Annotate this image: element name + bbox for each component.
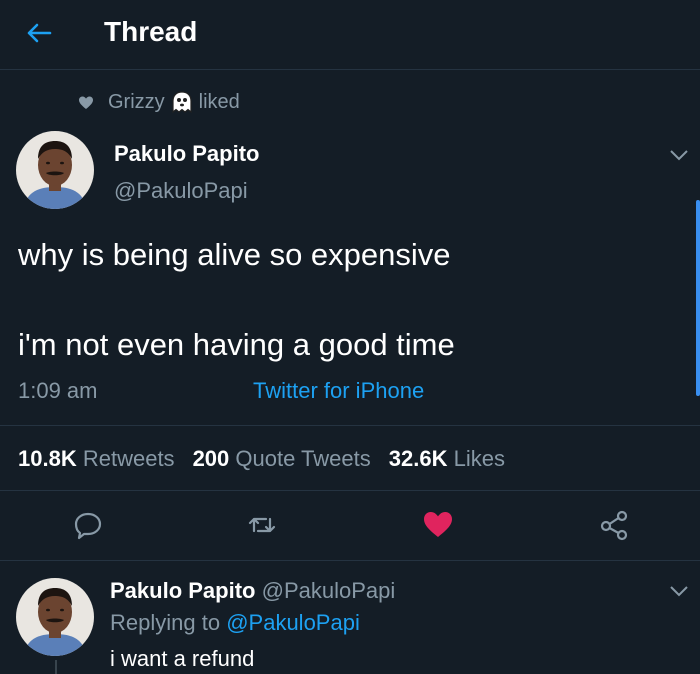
reply-author-handle: @PakuloPapi <box>261 578 396 603</box>
reply-icon[interactable] <box>72 509 104 541</box>
divider <box>0 560 700 561</box>
author-name[interactable]: Pakulo Papito <box>114 141 259 167</box>
replying-to: Replying to @PakuloPapi <box>110 610 360 636</box>
tweet-time[interactable]: 1:09 am <box>18 378 98 404</box>
liked-label: liked <box>198 90 240 113</box>
retweets-stat[interactable]: 10.8K Retweets <box>18 446 175 472</box>
top-bar: Thread <box>0 0 700 70</box>
like-heart-icon[interactable] <box>422 509 454 541</box>
tweet-stats: 10.8K Retweets 200 Quote Tweets 32.6K Li… <box>18 446 523 472</box>
reply-author[interactable]: Pakulo Papito @PakuloPapi <box>110 578 395 604</box>
reply-author-name: Pakulo Papito <box>110 578 256 603</box>
ghost-icon <box>169 90 195 114</box>
replying-to-label: Replying to <box>110 610 221 635</box>
chevron-down-icon[interactable] <box>668 584 690 598</box>
reply-avatar[interactable] <box>16 578 94 656</box>
liker-name: Grizzy <box>108 90 165 113</box>
divider <box>0 490 700 491</box>
back-arrow-icon[interactable] <box>24 18 54 48</box>
social-context[interactable]: Grizzy liked <box>78 89 240 115</box>
avatar[interactable] <box>16 131 94 209</box>
tweet-text-line: i'm not even having a good time <box>18 327 455 362</box>
likes-stat[interactable]: 32.6K Likes <box>389 446 505 472</box>
retweet-icon[interactable] <box>246 509 278 541</box>
thread-connector <box>55 660 57 674</box>
heart-icon <box>78 94 94 110</box>
scrollbar[interactable] <box>696 200 700 396</box>
author-handle[interactable]: @PakuloPapi <box>114 178 248 204</box>
tweet-source-link[interactable]: Twitter for iPhone <box>253 378 424 404</box>
tweet-text-line: why is being alive so expensive <box>18 237 451 272</box>
quote-tweets-stat[interactable]: 200 Quote Tweets <box>193 446 371 472</box>
chevron-down-icon[interactable] <box>668 148 690 162</box>
divider <box>0 425 700 426</box>
reply-text: i want a refund <box>110 646 255 671</box>
replying-to-handle-link[interactable]: @PakuloPapi <box>226 610 360 635</box>
share-icon[interactable] <box>598 509 630 541</box>
page-title: Thread <box>104 16 198 47</box>
